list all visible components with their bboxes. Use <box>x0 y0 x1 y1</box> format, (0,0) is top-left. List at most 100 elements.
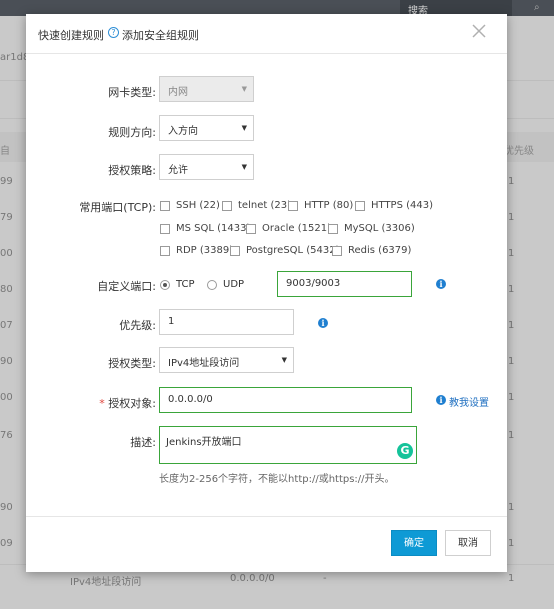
port-range-input[interactable]: 9003/9003 <box>277 271 412 297</box>
table-row-priority: 1 <box>508 284 515 295</box>
port-checkbox-telnet[interactable]: telnet (23) <box>222 200 291 211</box>
table-row-num: 09 <box>0 538 13 549</box>
table-row-priority: 1 <box>508 538 515 549</box>
policy-value: 允许 <box>168 165 188 176</box>
table-row-num: 00 <box>0 248 13 259</box>
checkbox[interactable] <box>160 200 170 211</box>
nic-type-label: 网卡类型: <box>108 86 156 99</box>
close-icon[interactable] <box>470 22 488 40</box>
port-option-label: SSH (22) <box>176 200 220 211</box>
port-option-label: Oracle (1521) <box>262 223 331 234</box>
dialog-title: 快速创建规则 <box>38 29 104 42</box>
instance-id: ar1d8 <box>0 52 30 63</box>
table-row-num: 99 <box>0 176 13 187</box>
auth-type-value: IPv4地址段访问 <box>168 358 240 369</box>
radio-tcp[interactable]: TCP <box>160 279 195 290</box>
table-row-priority: 1 <box>508 212 515 223</box>
port-checkbox-oracle[interactable]: Oracle (1521) <box>246 223 331 234</box>
cancel-button[interactable]: 取消 <box>445 530 491 556</box>
nic-type-value: 内网 <box>168 87 188 98</box>
port-checkbox-ssh[interactable]: SSH (22) <box>160 200 220 211</box>
radio-udp[interactable]: UDP <box>207 279 244 290</box>
table-row-priority: 1 <box>508 248 515 259</box>
dialog-header: 快速创建规则 ? 添加安全组规则 <box>26 14 507 54</box>
description-hint: 长度为2-256个字符，不能以http://或https://开头。 <box>159 474 395 485</box>
confirm-button[interactable]: 确定 <box>391 530 437 556</box>
table-row-num: 90 <box>0 502 13 513</box>
table-cell-ip: 0.0.0.0/0 <box>230 573 275 584</box>
auth-object-input[interactable]: 0.0.0.0/0 <box>159 387 412 413</box>
checkbox[interactable] <box>160 245 170 256</box>
checkbox[interactable] <box>160 223 170 234</box>
table-row-num: 07 <box>0 320 13 331</box>
info-icon[interactable]: i <box>318 318 328 328</box>
auth-type-select[interactable]: IPv4地址段访问 ▼ <box>159 347 294 373</box>
direction-label: 规则方向: <box>108 126 156 139</box>
port-option-label: MySQL (3306) <box>344 223 415 234</box>
table-row-priority: 1 <box>508 176 515 187</box>
radio-button[interactable] <box>160 279 170 290</box>
port-option-label: RDP (3389) <box>176 245 234 256</box>
auth-type-label: 授权类型: <box>108 357 156 370</box>
checkbox[interactable] <box>355 200 365 211</box>
table-row-priority: 1 <box>508 502 515 513</box>
table-row-num: 79 <box>0 212 13 223</box>
table-header-col: 自 <box>0 146 10 157</box>
port-checkbox-mysql[interactable]: MySQL (3306) <box>328 223 415 234</box>
table-row-num: 80 <box>0 284 13 295</box>
search-icon[interactable]: ⌕ <box>534 2 540 13</box>
nic-type-select: 内网 ▼ <box>159 76 254 102</box>
add-security-group-rule-link[interactable]: 添加安全组规则 <box>122 27 199 43</box>
auth-object-label: * 授权对象: <box>46 395 156 411</box>
port-checkbox-redis[interactable]: Redis (6379) <box>332 245 411 256</box>
custom-port-label: 自定义端口: <box>97 280 156 293</box>
description-textarea[interactable]: Jenkins开放端口 <box>159 426 417 464</box>
quick-create-rule-dialog: 快速创建规则 ? 添加安全组规则 网卡类型: 内网 ▼ 规则方向: 入方向 ▼ … <box>26 14 507 572</box>
table-header-priority: 优先级 <box>504 146 534 157</box>
table-row-priority: 1 <box>508 430 515 441</box>
checkbox[interactable] <box>230 245 240 256</box>
description-value: Jenkins开放端口 <box>166 437 242 448</box>
priority-label: 优先级: <box>119 319 156 332</box>
port-checkbox-mssql[interactable]: MS SQL (1433) <box>160 223 250 234</box>
table-row-priority: 1 <box>508 392 515 403</box>
port-range-value: 9003/9003 <box>286 278 341 289</box>
policy-label: 授权策略: <box>108 164 156 177</box>
port-option-label: PostgreSQL (5432) <box>246 245 340 256</box>
radio-label: TCP <box>176 279 195 290</box>
caret-down-icon: ▼ <box>241 85 247 93</box>
port-option-label: HTTP (80) <box>304 200 354 211</box>
port-checkbox-rdp[interactable]: RDP (3389) <box>160 245 233 256</box>
footer-divider <box>26 516 507 517</box>
checkbox[interactable] <box>246 223 256 234</box>
help-icon[interactable]: ? <box>108 27 119 38</box>
radio-button[interactable] <box>207 279 217 290</box>
table-cell-type: IPv4地址段访问 <box>70 577 142 588</box>
info-icon[interactable]: i <box>436 279 446 289</box>
grammarly-icon[interactable]: G <box>397 443 413 459</box>
direction-select[interactable]: 入方向 ▼ <box>159 115 254 141</box>
checkbox[interactable] <box>328 223 338 234</box>
required-mark: * <box>99 397 105 410</box>
table-row-priority: 1 <box>508 320 515 331</box>
priority-value: 1 <box>168 316 175 327</box>
description-label: 描述: <box>130 436 156 449</box>
table-row-num: 90 <box>0 356 13 367</box>
checkbox[interactable] <box>222 200 232 211</box>
checkbox[interactable] <box>332 245 342 256</box>
teach-me-link[interactable]: 教我设置 <box>449 394 489 409</box>
policy-select[interactable]: 允许 ▼ <box>159 154 254 180</box>
caret-down-icon: ▼ <box>241 124 247 132</box>
table-row-num: 00 <box>0 392 13 403</box>
port-checkbox-postgresql[interactable]: PostgreSQL (5432) <box>230 245 340 256</box>
table-cell-dash: - <box>323 573 327 584</box>
port-checkbox-http[interactable]: HTTP (80) <box>288 200 353 211</box>
port-checkbox-https[interactable]: HTTPS (443) <box>355 200 433 211</box>
info-icon: i <box>436 395 446 405</box>
checkbox[interactable] <box>288 200 298 211</box>
priority-input[interactable]: 1 <box>159 309 294 335</box>
table-cell-priority: 1 <box>508 573 515 584</box>
table-row-priority: 1 <box>508 356 515 367</box>
port-option-label: telnet (23) <box>238 200 291 211</box>
auth-object-value: 0.0.0.0/0 <box>168 394 213 405</box>
